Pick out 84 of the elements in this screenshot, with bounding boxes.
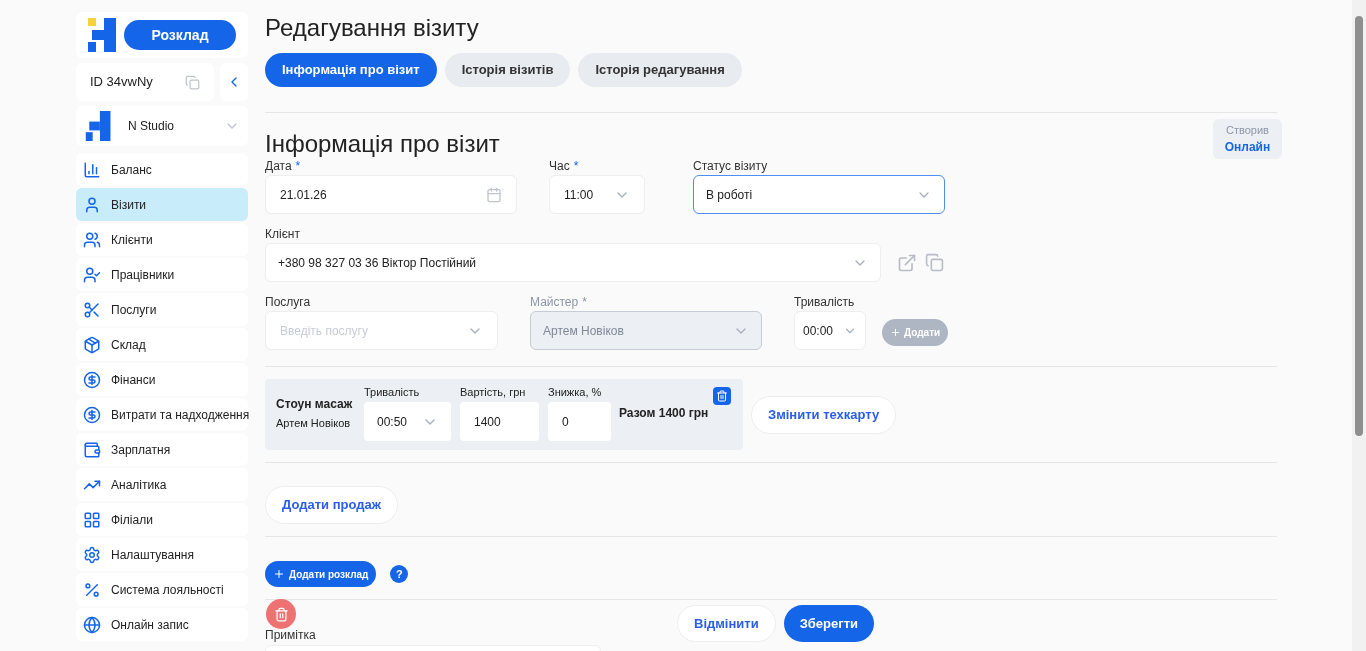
field-label: Тривалість xyxy=(364,384,421,400)
box-icon xyxy=(83,335,101,354)
required-mark: * xyxy=(295,158,301,173)
service-name: Стоун масаж xyxy=(276,395,354,413)
collapse-button[interactable] xyxy=(220,63,248,101)
creator-label: Створив xyxy=(1226,122,1269,138)
user-check-icon xyxy=(83,265,101,284)
scrollbar[interactable] xyxy=(1352,0,1366,651)
row-total: Разом 1400 грн xyxy=(619,405,709,422)
sidebar-item[interactable]: Філіали xyxy=(76,503,248,536)
add-schedule-button[interactable]: Додати розклад xyxy=(265,561,377,587)
copy-icon[interactable] xyxy=(925,253,944,272)
percent-icon xyxy=(83,580,101,599)
field-label: Послуга xyxy=(265,294,311,309)
delete-button[interactable] xyxy=(266,599,296,629)
sidebar-item[interactable]: Працівники xyxy=(76,258,248,291)
duration-select[interactable]: 00:50 xyxy=(364,402,451,441)
note-label: Примітка xyxy=(265,627,316,644)
help-icon[interactable]: ? xyxy=(390,565,409,583)
sidebar-item[interactable]: Склад xyxy=(76,328,248,361)
schedule-button[interactable]: Розклад xyxy=(124,20,236,50)
tab[interactable]: Історія редагування xyxy=(578,53,742,87)
chart-icon xyxy=(83,160,101,179)
plus-icon xyxy=(890,327,901,338)
field-label: Статус візиту xyxy=(693,158,768,173)
field-label: Тривалість xyxy=(794,294,855,309)
calendar-icon xyxy=(486,186,502,203)
section-title: Інформація про візит xyxy=(265,129,500,159)
users-icon xyxy=(83,230,101,249)
save-button[interactable]: Зберегти xyxy=(783,605,875,642)
studio-name: N Studio xyxy=(128,118,176,135)
required-mark: * xyxy=(582,294,587,309)
wallet-icon xyxy=(83,440,101,459)
change-techcard-button[interactable]: Змінити техкарту xyxy=(751,395,897,434)
price-field[interactable]: 1400 xyxy=(460,402,539,441)
account-id: ID 34vwNy xyxy=(90,73,153,92)
field-label: Вартість, грн xyxy=(460,384,527,400)
plus-icon xyxy=(273,568,285,580)
field-label: Дата xyxy=(265,158,292,173)
service-master: Артем Новіков xyxy=(276,415,352,431)
required-mark: * xyxy=(573,158,579,173)
page-title: Редагування візиту xyxy=(265,13,480,40)
service-input[interactable]: Введіть послугу xyxy=(280,321,440,340)
tab[interactable]: Історія візитів xyxy=(444,53,571,87)
copy-icon[interactable] xyxy=(185,74,200,90)
trash-icon xyxy=(716,390,728,402)
service-select[interactable]: Введіть послугу xyxy=(265,311,498,350)
user-icon xyxy=(83,195,101,214)
globe-icon xyxy=(83,615,101,634)
time-select[interactable]: 11:00 xyxy=(549,175,645,214)
sidebar-item[interactable]: Баланс xyxy=(76,153,248,186)
sidebar-item[interactable]: Аналітика xyxy=(76,468,248,501)
creator-value: Онлайн xyxy=(1224,139,1271,157)
scissors-icon xyxy=(83,300,101,319)
external-link-icon[interactable] xyxy=(897,252,917,273)
settings-icon xyxy=(83,545,101,564)
field-label: Клієнт xyxy=(265,226,300,241)
sidebar-item[interactable]: Фінанси xyxy=(76,363,248,396)
tab[interactable]: Інформація про візит xyxy=(265,53,437,87)
field-label: Знижка, % xyxy=(548,384,603,400)
studio-selector[interactable]: N Studio xyxy=(76,106,248,146)
grid-icon xyxy=(83,510,101,529)
field-label: Майстер xyxy=(530,294,579,309)
date-field[interactable]: 21.01.26 xyxy=(265,175,517,214)
sidebar-item[interactable]: Послуги xyxy=(76,293,248,326)
cancel-button[interactable]: Відмінити xyxy=(677,605,776,642)
sidebar-item[interactable]: Клієнти xyxy=(76,223,248,256)
status-select[interactable]: В роботі xyxy=(693,175,945,214)
delete-row-button[interactable] xyxy=(713,387,731,405)
field-label: Час xyxy=(549,158,570,173)
sidebar-item[interactable]: Зарплатня xyxy=(76,433,248,466)
duration-select[interactable]: 00:00 xyxy=(794,311,866,350)
sidebar-item[interactable]: Візити xyxy=(76,188,248,221)
dollar-icon xyxy=(83,405,101,424)
add-sale-button[interactable]: Додати продаж xyxy=(265,486,398,524)
sidebar-item[interactable]: Система лояльності xyxy=(76,573,248,606)
sidebar-item[interactable]: Онлайн запис xyxy=(76,608,248,641)
logo-icon xyxy=(88,18,118,52)
trash-icon xyxy=(273,606,289,622)
sidebar-item[interactable]: Налаштування xyxy=(76,538,248,571)
sidebar-item[interactable]: Витрати та надходження xyxy=(76,398,248,431)
discount-field[interactable]: 0 xyxy=(548,402,611,441)
dollar-icon xyxy=(83,370,101,389)
client-select[interactable]: +380 98 327 03 36 Віктор Постійний xyxy=(265,243,881,282)
